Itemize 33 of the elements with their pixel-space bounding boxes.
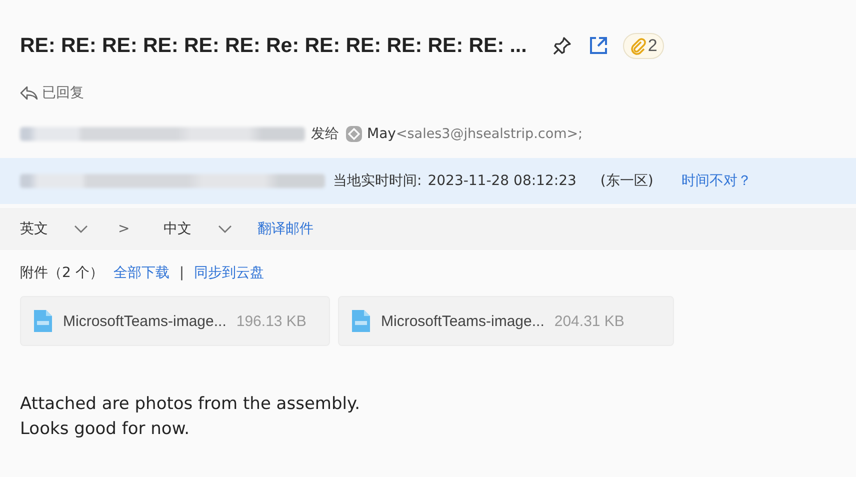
image-file-icon [33, 309, 53, 333]
pin-icon[interactable] [550, 35, 573, 57]
recipient-name[interactable]: May [367, 126, 396, 142]
email-subject: RE: RE: RE: RE: RE: RE: Re: RE: RE: RE: RE: RE: ... [20, 34, 527, 58]
translate-link[interactable]: 翻译邮件 [258, 220, 314, 238]
image-file-icon [351, 309, 371, 333]
attachments-title: 附件（2 个） [20, 264, 104, 282]
wrong-time-link[interactable]: 时间不对？ [681, 172, 752, 190]
file-size: 196.13 KB [236, 312, 306, 330]
body-text: Attached are photos from the assembly. [20, 393, 362, 416]
body-text: Looks good for now. [20, 418, 191, 441]
reply-status: 已回复 [42, 84, 84, 102]
separator: | [179, 265, 184, 281]
sent-to-label: 发给 [311, 125, 339, 143]
attachment-card[interactable]: MicrosoftTeams-image... 196.13 KB [20, 296, 330, 346]
timezone-label: (东一区) [600, 172, 654, 190]
arrow-label: > [118, 221, 130, 237]
time-label: 当地实时时间: [333, 172, 422, 190]
chevron-down-icon [218, 224, 232, 234]
file-size: 204.31 KB [554, 312, 624, 330]
recipient-email: <sales3@jhsealstrip.com>; [396, 126, 583, 142]
attachment-card[interactable]: MicrosoftTeams-image... 204.31 KB [338, 296, 674, 346]
save-to-cloud-link[interactable]: 同步到云盘 [194, 264, 264, 282]
download-all-link[interactable]: 全部下载 [113, 264, 170, 282]
attachment-count-badge[interactable]: 2 [622, 33, 664, 59]
file-name: MicrosoftTeams-image... [63, 312, 226, 330]
local-time: 2023-11-28 08:12:23 [428, 173, 576, 189]
source-language-dropdown[interactable]: 英文 [20, 220, 88, 238]
reply-icon [20, 86, 38, 100]
chevron-down-icon [74, 224, 88, 234]
file-name: MicrosoftTeams-image... [381, 312, 544, 330]
contact-icon [345, 125, 363, 143]
target-language-dropdown[interactable]: 中文 [164, 220, 232, 238]
